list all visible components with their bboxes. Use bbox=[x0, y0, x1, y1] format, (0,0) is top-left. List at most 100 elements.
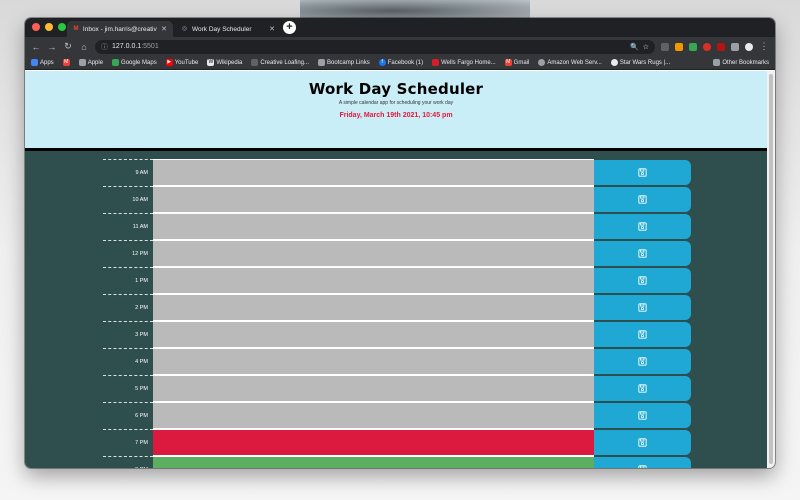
bookmark-creative-loafing[interactable]: Creative Loafing... bbox=[251, 59, 309, 66]
extension-icon[interactable] bbox=[675, 42, 683, 51]
extension-icon[interactable] bbox=[703, 42, 711, 51]
extension-icon[interactable] bbox=[717, 42, 725, 51]
event-description-input[interactable] bbox=[153, 294, 594, 321]
event-description-input[interactable] bbox=[153, 321, 594, 348]
hour-label: 2 PM bbox=[103, 294, 153, 321]
zoom-icon[interactable]: 🔍 bbox=[630, 43, 639, 51]
bookmark-label: Star Wars Rugs |... bbox=[619, 59, 671, 66]
wikipedia-icon: W bbox=[207, 59, 215, 66]
event-description-input[interactable] bbox=[153, 429, 594, 456]
bookmark-label: Apps bbox=[40, 59, 54, 66]
hour-label: 10 AM bbox=[103, 186, 153, 213]
event-description-input[interactable] bbox=[153, 213, 594, 240]
time-block-row: 11 AM bbox=[103, 213, 691, 240]
save-button[interactable] bbox=[594, 295, 691, 320]
maximize-window-button[interactable] bbox=[58, 23, 66, 31]
extension-icon[interactable] bbox=[689, 42, 697, 51]
back-arrow-icon[interactable]: ← bbox=[31, 42, 41, 52]
browser-window: M Inbox - jim.harris@creativeloaf ✕ ◎ Wo… bbox=[25, 18, 775, 468]
hour-label: 1 PM bbox=[103, 267, 153, 294]
event-description-input[interactable] bbox=[153, 186, 594, 213]
bookmark-wikipedia[interactable]: W Wikipedia bbox=[207, 59, 242, 66]
event-description-input[interactable] bbox=[153, 402, 594, 429]
time-block-row: 8 PM bbox=[103, 456, 691, 468]
save-button[interactable] bbox=[594, 430, 691, 455]
bookmark-label: Bootcamp Links bbox=[327, 59, 370, 66]
tab-work-day-scheduler[interactable]: ◎ Work Day Scheduler ✕ bbox=[175, 21, 281, 37]
bookmark-google-maps[interactable]: Google Maps bbox=[112, 59, 157, 66]
save-button[interactable] bbox=[594, 268, 691, 293]
save-button[interactable] bbox=[594, 322, 691, 347]
url-port: :5501 bbox=[141, 43, 159, 50]
reload-icon[interactable]: ↻ bbox=[63, 41, 73, 52]
event-description-input[interactable] bbox=[153, 267, 594, 294]
save-button[interactable] bbox=[594, 187, 691, 212]
bookmark-amazon-web-services[interactable]: Amazon Web Serv... bbox=[538, 59, 602, 66]
browser-toolbar: ← → ↻ ⌂ ⓘ 127.0.0.1:5501 🔍 ☆ ⋮ bbox=[25, 37, 775, 56]
save-button[interactable] bbox=[594, 403, 691, 428]
menu-dots-icon[interactable]: ⋮ bbox=[759, 41, 769, 52]
event-description-input[interactable] bbox=[153, 159, 594, 186]
save-icon bbox=[638, 330, 647, 339]
scrollbar[interactable] bbox=[767, 71, 775, 468]
save-icon bbox=[638, 465, 647, 468]
desktop-wallpaper-photo bbox=[300, 0, 530, 18]
save-icon bbox=[638, 195, 647, 204]
event-description-input[interactable] bbox=[153, 240, 594, 267]
minimize-window-button[interactable] bbox=[45, 23, 53, 31]
bookmark-label: Apple bbox=[87, 59, 104, 66]
bookmark-label: Creative Loafing... bbox=[260, 59, 310, 66]
bookmark-facebook[interactable]: f Facebook (1) bbox=[378, 59, 423, 66]
tab-inbox[interactable]: M Inbox - jim.harris@creativeloaf ✕ bbox=[67, 21, 173, 37]
tab-title: Inbox - jim.harris@creativeloaf bbox=[82, 25, 157, 33]
event-description-input[interactable] bbox=[153, 456, 594, 468]
time-block-row: 9 AM bbox=[103, 159, 691, 186]
event-description-input[interactable] bbox=[153, 375, 594, 402]
gmail-icon: M bbox=[73, 25, 79, 32]
save-button[interactable] bbox=[594, 160, 691, 185]
save-button[interactable] bbox=[594, 376, 691, 401]
youtube-icon: ▶ bbox=[165, 59, 173, 66]
page-lead: A simple calendar app for scheduling you… bbox=[338, 100, 454, 106]
event-description-input[interactable] bbox=[153, 348, 594, 375]
hour-label: 8 PM bbox=[103, 456, 153, 468]
save-button[interactable] bbox=[594, 241, 691, 266]
bookmark-apple[interactable]: Apple bbox=[78, 59, 104, 66]
bookmark-youtube[interactable]: ▶ YouTube bbox=[165, 59, 198, 66]
save-icon bbox=[638, 411, 647, 420]
save-button[interactable] bbox=[594, 214, 691, 239]
info-icon[interactable]: ⓘ bbox=[101, 42, 108, 52]
avatar[interactable] bbox=[745, 42, 753, 51]
new-tab-button[interactable]: + bbox=[283, 21, 296, 34]
globe-icon bbox=[610, 59, 618, 66]
bookmark-bootcamp-links[interactable]: Bootcamp Links bbox=[318, 59, 370, 66]
hour-label: 12 PM bbox=[103, 240, 153, 267]
page-icon bbox=[251, 59, 259, 66]
save-icon bbox=[638, 168, 647, 177]
bookmark-gmail[interactable]: M Gmail bbox=[504, 59, 530, 66]
scrollbar-thumb[interactable] bbox=[769, 74, 773, 464]
hour-label: 11 AM bbox=[103, 213, 153, 240]
bookmark-wells-fargo[interactable]: Wells Fargo Home... bbox=[432, 59, 496, 66]
time-block-row: 12 PM bbox=[103, 240, 691, 267]
bookmark-apps[interactable]: Apps bbox=[31, 59, 54, 66]
puzzle-icon[interactable] bbox=[731, 42, 739, 51]
address-bar[interactable]: ⓘ 127.0.0.1:5501 🔍 ☆ bbox=[95, 39, 655, 54]
bookmark-label: Other Bookmarks bbox=[722, 59, 769, 66]
bookmark-star-icon[interactable]: ☆ bbox=[643, 43, 649, 51]
save-button[interactable] bbox=[594, 349, 691, 374]
bookmark-gmail-shortcut[interactable]: M bbox=[62, 59, 70, 66]
bookmark-label: Gmail bbox=[513, 59, 530, 66]
home-icon[interactable]: ⌂ bbox=[79, 42, 89, 52]
forward-arrow-icon[interactable]: → bbox=[47, 42, 57, 52]
bookmark-star-wars-rugs[interactable]: Star Wars Rugs |... bbox=[610, 59, 671, 66]
close-window-button[interactable] bbox=[32, 23, 40, 31]
time-block-row: 4 PM bbox=[103, 348, 691, 375]
extension-icon[interactable] bbox=[661, 42, 669, 51]
hour-label: 6 PM bbox=[103, 402, 153, 429]
bookmark-other-bookmarks[interactable]: Other Bookmarks bbox=[713, 59, 769, 66]
save-button[interactable] bbox=[594, 457, 691, 468]
page-viewport: Work Day Scheduler A simple calendar app… bbox=[25, 71, 775, 468]
close-tab-icon[interactable]: ✕ bbox=[161, 25, 167, 33]
close-tab-icon[interactable]: ✕ bbox=[269, 25, 275, 33]
